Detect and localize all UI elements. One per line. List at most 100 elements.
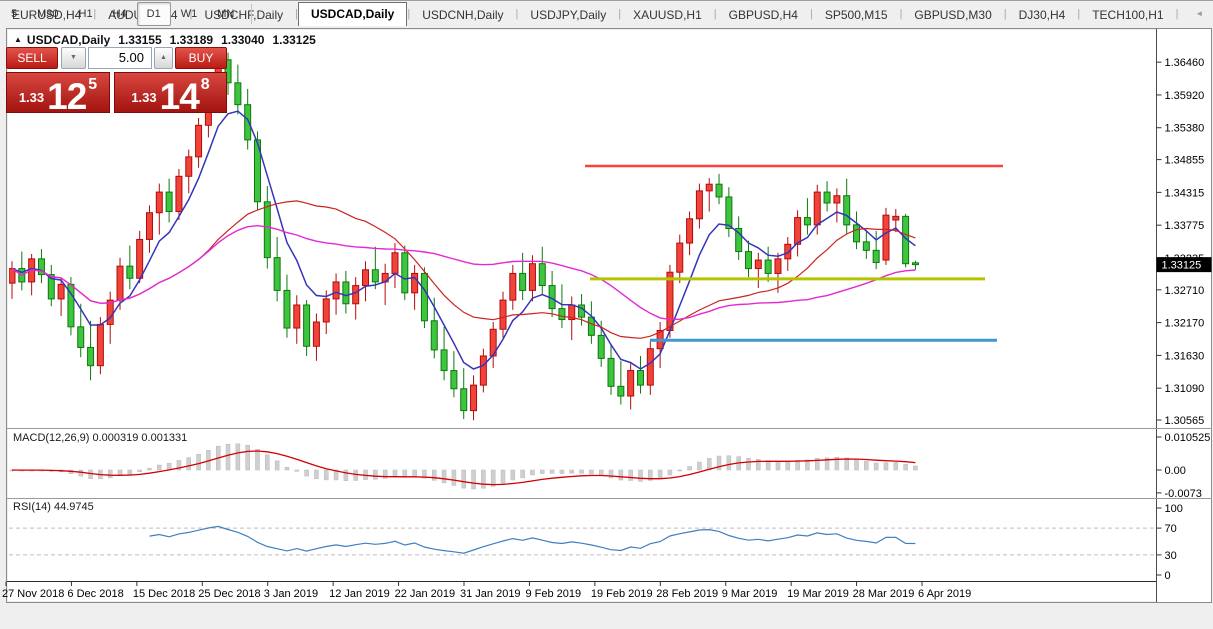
buy-button[interactable]: BUY (175, 47, 227, 69)
macd-histogram-bar (246, 445, 250, 470)
macd-histogram-bar (305, 470, 309, 476)
candle-bullish (363, 270, 369, 286)
candle-bullish (392, 253, 398, 274)
candle-bullish (677, 243, 683, 272)
macd-axis-label: -0.0073 (1165, 488, 1202, 500)
timeframe-button-w1[interactable]: W1 (171, 2, 208, 26)
candle-bullish (529, 264, 535, 291)
macd-histogram-bar (108, 470, 112, 478)
candle-bearish (559, 309, 565, 320)
macd-histogram-bar (157, 465, 161, 470)
candle-bullish (186, 157, 192, 176)
ohlc-open: 1.33155 (118, 33, 161, 47)
timeframe-button-mn[interactable]: MN (207, 2, 244, 26)
candle-bearish (588, 317, 594, 335)
date-axis-label: 28 Mar 2019 (853, 588, 915, 600)
candle-bearish (746, 252, 752, 269)
timeframe-button-h1[interactable]: H1 (69, 2, 103, 26)
macd-histogram-bar (128, 470, 132, 474)
candle-bearish (451, 371, 457, 389)
candle-bearish (245, 105, 251, 140)
macd-histogram-bar (462, 470, 466, 488)
timeframe-button-h4[interactable]: H4 (103, 2, 137, 26)
macd-axis-label: 0.00 (1165, 465, 1186, 477)
candle-bearish (372, 270, 378, 282)
candle-bullish (647, 349, 653, 385)
candle-bearish (88, 347, 94, 365)
candle-bullish (107, 300, 113, 324)
candle-bearish (304, 305, 310, 346)
buy-price-base: 1.33 (131, 90, 156, 105)
candle-bullish (480, 356, 486, 385)
candle-bearish (863, 242, 869, 250)
candle-bullish (294, 305, 300, 328)
timeframe-button-5[interactable]: 5 (1, 2, 27, 26)
macd-histogram-bar (580, 470, 584, 473)
volume-input[interactable]: 5.00 (88, 47, 152, 69)
price-axis-label: 1.32710 (1165, 285, 1205, 297)
sell-quote-button[interactable]: 1.33 12 5 (6, 72, 110, 113)
macd-histogram-bar (874, 463, 878, 470)
macd-histogram-bar (560, 470, 564, 474)
macd-histogram-bar (521, 470, 525, 478)
price-axis-label: 1.36460 (1165, 57, 1205, 69)
date-axis-label: 6 Dec 2018 (67, 588, 123, 600)
macd-histogram-bar (658, 470, 662, 479)
candle-bullish (471, 385, 477, 410)
candle-bullish (834, 196, 840, 203)
macd-histogram-bar (589, 470, 593, 474)
macd-histogram-bar (904, 464, 908, 470)
candle-bearish (608, 358, 614, 386)
volume-increase-button[interactable]: ▲ (154, 47, 173, 69)
macd-histogram-bar (285, 467, 289, 470)
candle-bullish (333, 282, 339, 299)
candle-bearish (127, 266, 133, 278)
macd-histogram-bar (442, 470, 446, 483)
candle-bearish (520, 273, 526, 290)
candle-bullish (156, 192, 162, 213)
macd-histogram-bar (413, 470, 417, 477)
macd-histogram-bar (884, 463, 888, 470)
timeframe-button-d1[interactable]: D1 (137, 2, 171, 26)
macd-histogram-bar (707, 458, 711, 470)
candle-bearish (854, 225, 860, 242)
buy-quote-button[interactable]: 1.33 14 8 (114, 72, 227, 113)
date-axis-label: 22 Jan 2019 (395, 588, 456, 600)
macd-histogram-bar (747, 458, 751, 470)
date-axis-label: 28 Feb 2019 (656, 588, 718, 600)
macd-histogram-bar (275, 461, 279, 470)
timeframe-button-m30[interactable]: M30 (27, 2, 68, 26)
candle-bullish (196, 125, 202, 157)
macd-histogram-bar (530, 470, 534, 475)
candle-bearish (431, 321, 437, 350)
price-axis-label: 1.32170 (1165, 318, 1205, 330)
macd-histogram-bar (864, 461, 868, 470)
macd-histogram-bar (540, 470, 544, 474)
macd-histogram-bar (599, 470, 603, 476)
date-axis-label: 9 Feb 2019 (525, 588, 581, 600)
price-axis-label: 1.35920 (1165, 90, 1205, 102)
date-axis-label: 15 Dec 2018 (133, 588, 195, 600)
macd-histogram-bar (295, 470, 299, 471)
sell-button[interactable]: SELL (6, 47, 58, 69)
one-click-trade-panel: SELL ▼ 5.00 ▲ BUY 1.33 12 5 1.33 14 8 (6, 47, 228, 113)
volume-decrease-button[interactable]: ▼ (61, 47, 86, 69)
candle-bearish (765, 260, 771, 273)
candle-bearish (235, 83, 241, 105)
candle-bearish (726, 197, 732, 229)
candle-bullish (775, 259, 781, 274)
candle-bullish (137, 239, 143, 278)
candle-bullish (510, 273, 516, 300)
macd-histogram-bar (344, 470, 348, 481)
candle-bearish (824, 192, 830, 203)
candle-bearish (274, 258, 280, 291)
rsi-axis-label: 0 (1165, 570, 1171, 582)
candle-bullish (323, 299, 329, 322)
toolbar-divider (251, 4, 252, 24)
price-axis-label: 1.31630 (1165, 350, 1205, 362)
chart-title: USDCAD,Daily (27, 33, 110, 47)
date-axis-label: 12 Jan 2019 (329, 588, 390, 600)
macd-histogram-bar (688, 467, 692, 470)
rsi-axis-label: 70 (1165, 523, 1177, 535)
candle-bullish (117, 266, 123, 300)
